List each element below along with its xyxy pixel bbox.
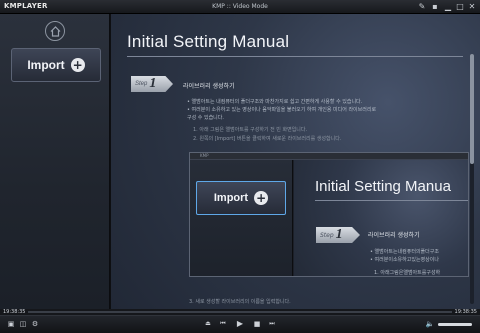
embedded-import-button: Import + bbox=[196, 181, 286, 215]
title-divider bbox=[127, 56, 463, 57]
embedded-divider bbox=[315, 200, 468, 201]
control-bar: ▣ ◫ ⚙ ⏏ ⏮ ▶ ■ ⏭ 🔈 bbox=[0, 315, 480, 333]
import-label: Import bbox=[27, 58, 65, 72]
embedded-bar-label: KMP bbox=[200, 153, 209, 158]
prev-icon[interactable]: ⏮ bbox=[218, 319, 228, 329]
manual-line: 구성 수 있습니다. bbox=[187, 115, 224, 121]
home-button[interactable] bbox=[45, 21, 65, 41]
manual-line: 3. 새로 생성할 라이브러리의 이름을 입력합니다. bbox=[189, 299, 291, 305]
minimize-icon[interactable]: ▁ bbox=[443, 1, 453, 13]
manual-line: 2. 왼쪽의 [Import] 버튼을 클릭하여 새로운 라이브러리를 생성합니… bbox=[193, 136, 342, 142]
embedded-line: • 여러분이소유하고있는영상이나 bbox=[370, 257, 439, 263]
embedded-step-number: 1 bbox=[335, 227, 343, 242]
eject-icon[interactable]: ⏏ bbox=[203, 319, 213, 329]
step-word: Step bbox=[135, 81, 148, 87]
import-button[interactable]: Import + bbox=[11, 48, 101, 82]
capture-icon[interactable]: ◫ bbox=[18, 319, 28, 329]
3d-icon[interactable]: ▣ bbox=[6, 319, 16, 329]
stop-icon[interactable]: ■ bbox=[252, 319, 262, 329]
plus-icon: + bbox=[70, 58, 85, 72]
step-title: 라이브러리 생성하기 bbox=[183, 83, 235, 90]
embedded-main: Initial Setting Manua Step 1 라이브러리 생성하기 … bbox=[294, 160, 468, 276]
maximize-icon[interactable]: □ bbox=[455, 1, 465, 13]
embedded-line: • 앨범아트는내컴퓨터의폴더구조 bbox=[370, 249, 439, 255]
skin-icon[interactable]: ▪ bbox=[430, 1, 440, 13]
step-badge: Step 1 bbox=[131, 76, 173, 92]
manual-line: • 앨범아트는 내컴퓨터의 폴더구조와 마찬가지로 쉽고 간편하게 사용할 수 … bbox=[187, 99, 363, 105]
volume-level bbox=[438, 323, 472, 326]
title-bar: KMPLAYER KMP :: Video Mode ✎ ▪ ▁ □ ✕ bbox=[0, 0, 480, 14]
embedded-step-title: 라이브러리 생성하기 bbox=[368, 232, 420, 239]
page-title: Initial Setting Manual bbox=[127, 32, 290, 51]
pin-icon[interactable]: ✎ bbox=[417, 1, 427, 13]
close-icon[interactable]: ✕ bbox=[467, 1, 477, 13]
embedded-plus-icon: + bbox=[254, 191, 269, 205]
scrollbar[interactable] bbox=[470, 54, 474, 304]
settings-icon[interactable]: ⚙ bbox=[30, 319, 40, 329]
embedded-screenshot: KMP Import + Initial Setting Manua Step … bbox=[189, 152, 469, 277]
sidebar: Import + bbox=[0, 14, 110, 309]
volume-slider[interactable] bbox=[438, 323, 472, 326]
embedded-title: Initial Setting Manua bbox=[315, 178, 451, 195]
embedded-step-word: Step bbox=[320, 231, 334, 239]
embedded-import-label: Import bbox=[213, 192, 249, 204]
embedded-sidebar: Import + bbox=[190, 160, 293, 276]
embedded-titlebar: KMP bbox=[190, 153, 468, 160]
play-icon[interactable]: ▶ bbox=[235, 319, 245, 329]
seek-track[interactable] bbox=[28, 311, 452, 313]
manual-line: 1. 아래 그림은 앨범아트를 구성하기 전 빈 화면입니다. bbox=[193, 127, 308, 133]
volume-icon[interactable]: 🔈 bbox=[425, 319, 435, 329]
step-number: 1 bbox=[149, 76, 157, 91]
next-icon[interactable]: ⏭ bbox=[267, 319, 277, 329]
window-title: KMP :: Video Mode bbox=[212, 3, 268, 10]
scrollbar-thumb[interactable] bbox=[470, 54, 474, 164]
embedded-step-badge: Step 1 bbox=[316, 227, 360, 243]
manual-line: • 여러분이 소유하고 있는 영상이나 음악파일을 불러오기 하여 개인용 미디… bbox=[187, 107, 377, 113]
home-icon bbox=[50, 25, 60, 37]
embedded-line: 1. 아래그림은앨범아트를구성하 bbox=[374, 270, 441, 276]
manual-page: Initial Setting Manual Step 1 라이브러리 생성하기… bbox=[111, 14, 480, 309]
